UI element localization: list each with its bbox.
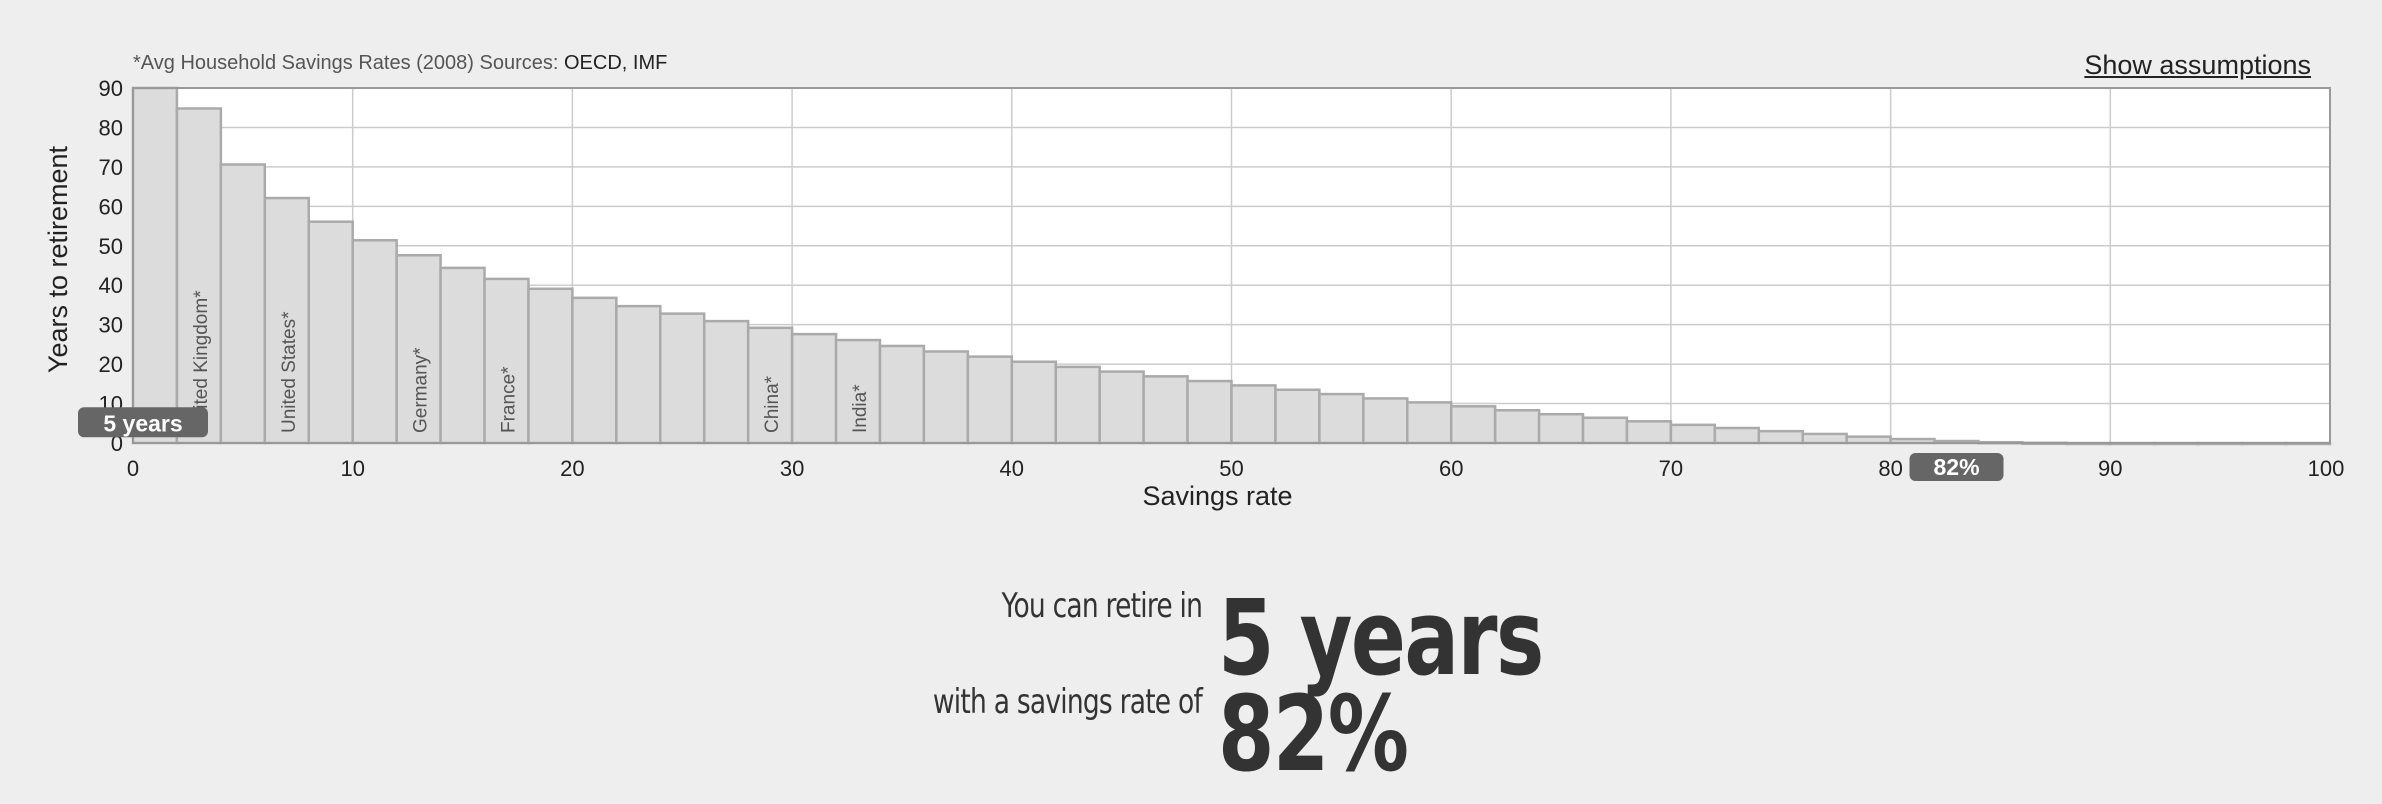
bar — [659, 312, 706, 445]
x-tick-label: 70 — [1659, 456, 1683, 481]
bar — [1142, 375, 1189, 445]
result-rate-value-wrap: 82% — [1218, 682, 1461, 786]
retire-prefix: You can retire in — [1001, 586, 1202, 626]
x-tick-label: 20 — [560, 456, 584, 481]
bar — [1362, 397, 1409, 445]
y-tick-label: 30 — [99, 313, 123, 338]
bar — [219, 163, 267, 445]
bar — [1801, 432, 1848, 445]
x-axis-label: Savings rate — [1142, 481, 1292, 511]
bar — [1010, 360, 1057, 445]
bar — [439, 266, 486, 445]
country-label: India* — [850, 384, 871, 433]
country-label: United States* — [279, 311, 300, 433]
bar — [1757, 429, 1804, 445]
bar — [1230, 384, 1277, 445]
bar — [1625, 420, 1673, 445]
y-tick-label: 90 — [99, 76, 123, 101]
y-tick-label: 80 — [99, 115, 123, 140]
result-line-rate: with a savings rate of — [0, 682, 1212, 722]
bar — [1581, 416, 1629, 445]
x-tick-label: 100 — [2308, 456, 2345, 481]
bar — [615, 304, 662, 445]
y-tick-label: 70 — [99, 155, 123, 180]
y-axis-label: Years to retirement — [43, 145, 73, 373]
bar — [1054, 365, 1101, 445]
bar — [307, 220, 354, 445]
sources-links[interactable]: OECD, IMF — [564, 52, 667, 74]
x-marker-label: 82% — [1933, 454, 1979, 480]
bar — [1493, 409, 1541, 445]
result-line-years: You can retire in — [0, 586, 1212, 626]
bar — [1186, 379, 1233, 445]
retirement-chart[interactable]: United Kingdom* United States* Germany* Fra… — [0, 0, 2382, 540]
x-tick-label: 80 — [1878, 456, 1902, 481]
x-tick-label: 30 — [780, 456, 804, 481]
y-tick-label: 40 — [99, 273, 123, 298]
bar — [922, 350, 970, 445]
bar — [1449, 405, 1497, 445]
x-tick-label: 50 — [1219, 456, 1243, 481]
x-tick-label: 60 — [1439, 456, 1463, 481]
bar — [1537, 412, 1585, 445]
x-tick-label: 40 — [1000, 456, 1024, 481]
bar — [527, 287, 574, 445]
show-assumptions-link[interactable]: Show assumptions — [2084, 50, 2311, 81]
bar — [1713, 426, 1761, 445]
bar — [1669, 423, 1717, 445]
sources-note: *Avg Household Savings Rates (2008) Sour… — [133, 52, 667, 75]
country-label: France* — [498, 366, 519, 433]
bar — [1406, 401, 1453, 445]
savings-rate-value: 82% — [1218, 673, 1409, 795]
bar — [1098, 370, 1145, 445]
bar — [351, 239, 398, 445]
savings-rate-prefix: with a savings rate of — [932, 682, 1203, 722]
x-tick-label: 0 — [127, 456, 139, 481]
bar — [1274, 388, 1321, 445]
bar — [702, 319, 750, 445]
bar — [790, 332, 838, 445]
y-tick-label: 50 — [99, 234, 123, 259]
bar — [571, 296, 618, 445]
sources-prefix: *Avg Household Savings Rates (2008) Sour… — [133, 52, 564, 74]
country-label: Germany* — [411, 347, 432, 433]
y-tick-label: 20 — [99, 352, 123, 377]
x-tick-label: 90 — [2098, 456, 2122, 481]
bar — [966, 355, 1014, 445]
x-tick-label: 10 — [340, 456, 364, 481]
y-tick-label: 60 — [99, 194, 123, 219]
bar — [131, 86, 179, 445]
bar — [878, 344, 926, 445]
country-label: China* — [762, 375, 783, 433]
y-marker-label: 5 years — [103, 410, 182, 436]
bar — [1318, 392, 1365, 445]
